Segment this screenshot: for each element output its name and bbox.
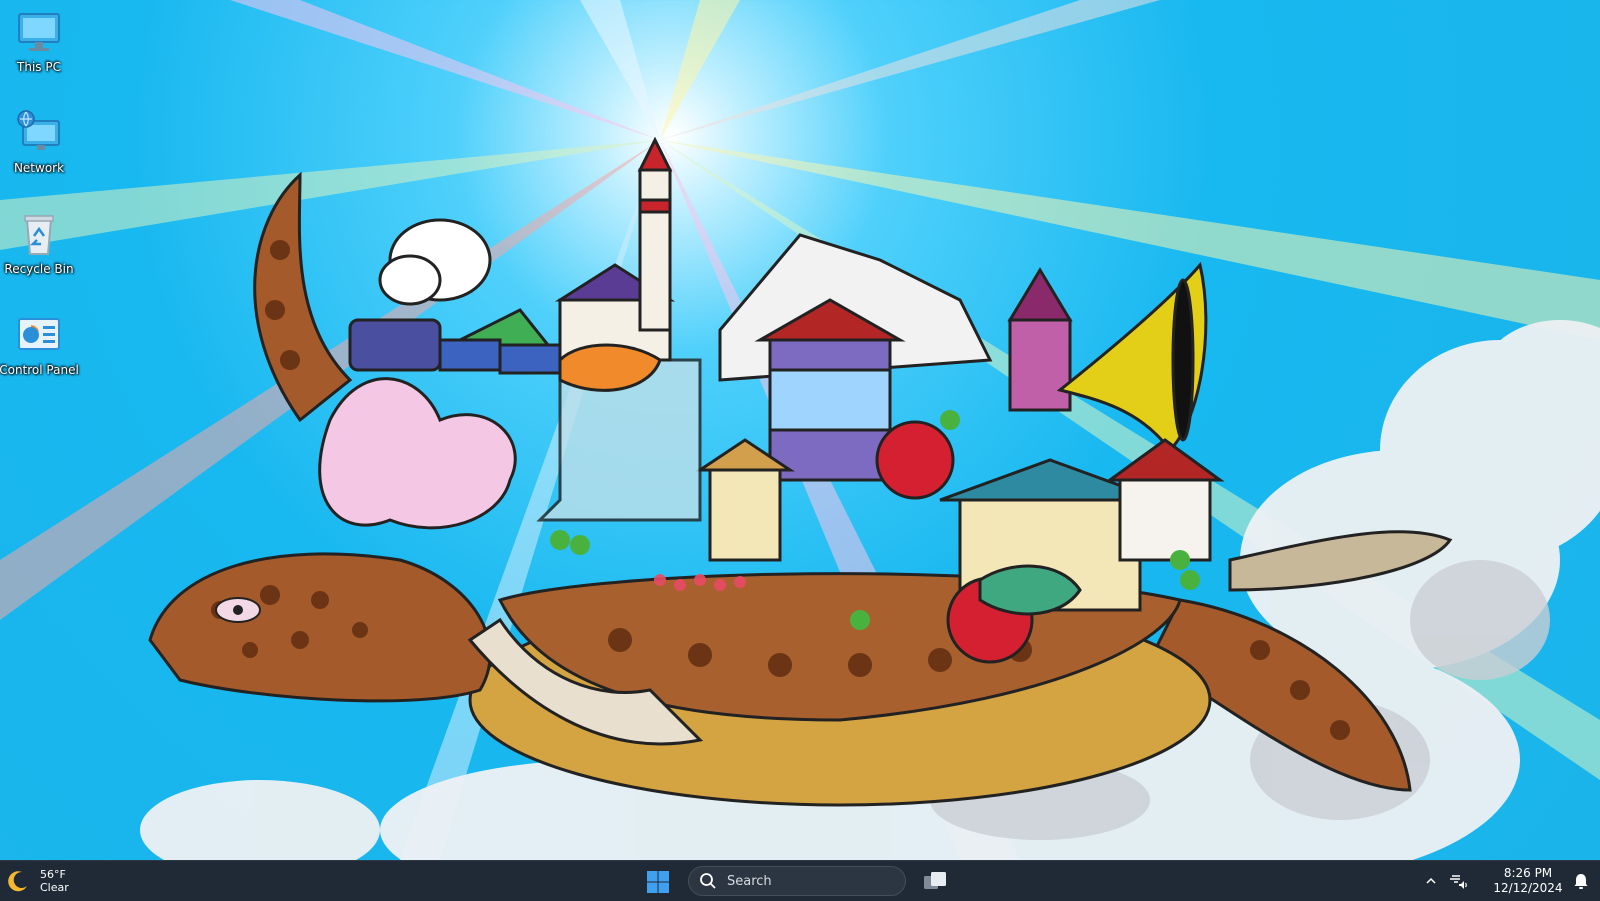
- desktop-icon-control-panel[interactable]: Control Panel: [0, 305, 79, 395]
- desktop-icon-network[interactable]: Network: [2, 103, 76, 193]
- desktop-icon-recycle-bin[interactable]: Recycle Bin: [2, 204, 76, 294]
- start-button[interactable]: [646, 870, 670, 894]
- weather-temp: 56°F: [40, 868, 66, 881]
- wallpaper-art: [0, 0, 1600, 860]
- search-placeholder: Search: [727, 873, 772, 889]
- desktop-icon-label: Control Panel: [0, 363, 79, 377]
- weather-widget[interactable]: 56°F Clear: [6, 865, 69, 897]
- desktop-wallpaper: [0, 0, 1600, 860]
- desktop-icon-this-pc[interactable]: This PC: [2, 2, 76, 92]
- taskbar-search[interactable]: Search: [688, 866, 906, 896]
- network-volume-icon[interactable]: [1448, 871, 1468, 891]
- windows-logo-icon: [647, 871, 669, 893]
- desktop-icon-label: Recycle Bin: [4, 262, 74, 276]
- search-icon: [700, 873, 716, 889]
- moon-icon: [8, 871, 27, 892]
- chevron-up-icon[interactable]: [1424, 874, 1438, 888]
- network-icon: [17, 110, 60, 150]
- taskbar: 56°F Clear Search 8:26 PM 12/12/2024: [0, 860, 1600, 901]
- clock-date: 12/12/2024: [1493, 881, 1563, 895]
- desktop-icon-label: This PC: [17, 60, 61, 74]
- task-view-icon: [924, 872, 946, 889]
- computer-icon: [18, 13, 60, 51]
- weather-text: 56°F Clear: [40, 868, 69, 894]
- taskbar-clock[interactable]: 8:26 PM 12/12/2024: [1492, 866, 1564, 896]
- weather-condition: Clear: [40, 881, 69, 894]
- desktop-icon-label: Network: [13, 161, 65, 175]
- bell-icon[interactable]: [1572, 872, 1590, 890]
- clock-time: 8:26 PM: [1503, 866, 1553, 880]
- task-view-button[interactable]: [922, 869, 948, 893]
- recycle-bin-icon: [24, 215, 54, 255]
- control-panel-icon: [18, 318, 60, 350]
